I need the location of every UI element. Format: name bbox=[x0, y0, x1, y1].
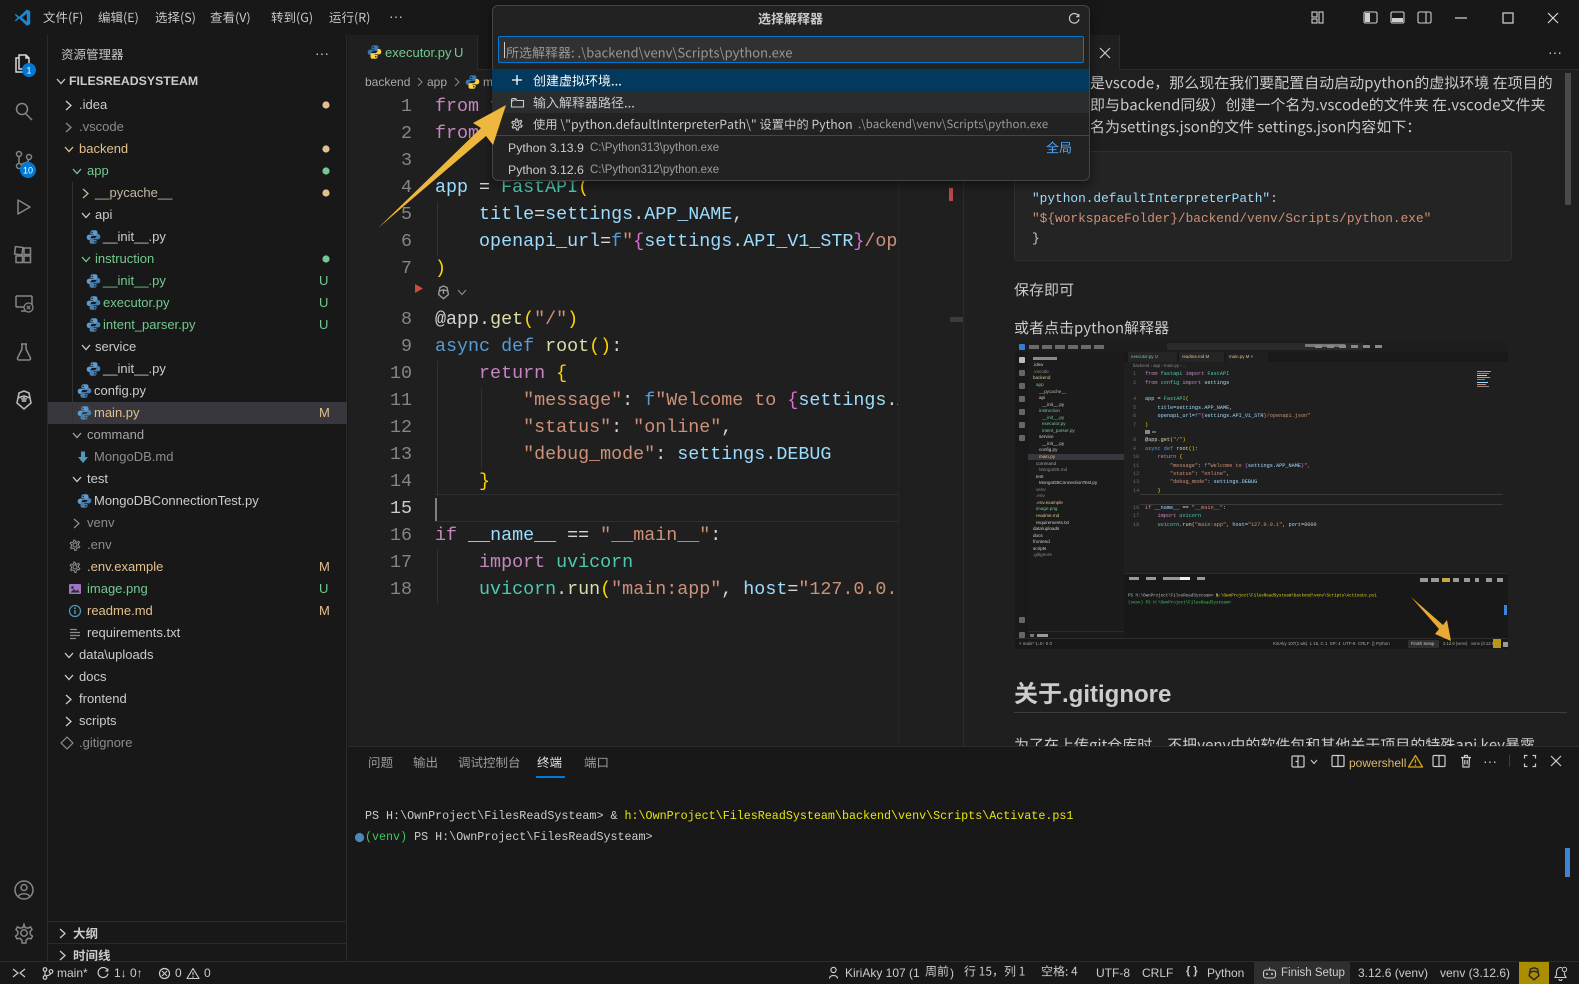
svg-text:1: 1 bbox=[26, 66, 31, 76]
svg-text:10: 10 bbox=[23, 166, 33, 176]
